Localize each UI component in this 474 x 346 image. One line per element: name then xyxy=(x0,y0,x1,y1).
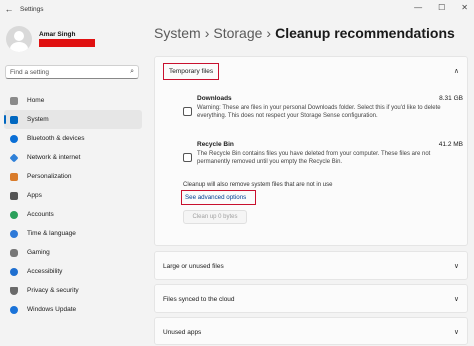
large-unused-files-label: Large or unused files xyxy=(163,262,224,270)
profile[interactable]: Amar Singh xyxy=(6,26,95,52)
close-icon[interactable]: ✕ xyxy=(461,3,468,12)
network-icon xyxy=(9,152,19,163)
see-advanced-options-link[interactable]: See advanced options xyxy=(185,194,246,201)
sidebar-item-label: Accounts xyxy=(27,211,54,218)
sidebar-item-label: Home xyxy=(27,97,45,104)
cleanup-button[interactable]: Clean up 0 bytes xyxy=(183,210,247,224)
temporary-files-card: Temporary files ∧ Downloads 8.31 GB Warn… xyxy=(154,56,468,246)
recycle-bin-item: Recycle Bin 41.2 MB The Recycle Bin cont… xyxy=(183,141,463,166)
search-input[interactable] xyxy=(10,68,131,76)
chevron-down-icon: ∨ xyxy=(453,329,459,336)
temporary-files-label: Temporary files xyxy=(163,62,220,80)
sidebar-item-label: Time & language xyxy=(27,230,76,237)
chevron-down-icon: ∨ xyxy=(453,296,459,303)
breadcrumb-system[interactable]: System xyxy=(154,25,201,41)
sidebar: Amar Singh ⌕ Home System Bluetooth & dev… xyxy=(0,18,148,345)
update-icon xyxy=(10,305,18,314)
sidebar-item-home[interactable]: Home xyxy=(4,91,142,110)
temporary-files-header[interactable]: Temporary files ∧ xyxy=(155,57,467,85)
sidebar-item-personalization[interactable]: Personalization xyxy=(4,167,142,186)
recycle-bin-size: 41.2 MB xyxy=(438,141,463,148)
nav-list: Home System Bluetooth & devices Network … xyxy=(4,91,142,319)
search-box[interactable]: ⌕ xyxy=(5,65,139,79)
cleanup-note: Cleanup will also remove system files th… xyxy=(183,182,333,188)
recycle-bin-title: Recycle Bin xyxy=(197,141,234,148)
downloads-item: Downloads 8.31 GB Warning: These are fil… xyxy=(183,95,463,120)
app-title: Settings xyxy=(20,5,44,13)
downloads-size: 8.31 GB xyxy=(439,95,463,102)
advanced-options-highlight: See advanced options xyxy=(181,190,256,205)
sidebar-item-privacy-security[interactable]: Privacy & security xyxy=(4,281,142,300)
brush-icon xyxy=(10,172,18,181)
unused-apps-card[interactable]: Unused apps ∨ xyxy=(154,317,468,345)
window-controls: — ☐ ✕ xyxy=(414,3,468,12)
chevron-up-icon[interactable]: ∧ xyxy=(454,67,459,75)
sidebar-item-network[interactable]: Network & internet xyxy=(4,148,142,167)
sidebar-item-label: Personalization xyxy=(27,173,72,180)
sidebar-item-time-language[interactable]: Time & language xyxy=(4,224,142,243)
sidebar-item-gaming[interactable]: Gaming xyxy=(4,243,142,262)
breadcrumb: System › Storage › Cleanup recommendations xyxy=(154,25,455,41)
sidebar-item-label: Windows Update xyxy=(27,306,77,313)
recycle-bin-checkbox[interactable] xyxy=(183,153,192,162)
maximize-icon[interactable]: ☐ xyxy=(438,3,445,12)
sidebar-item-accounts[interactable]: Accounts xyxy=(4,205,142,224)
user-name: Amar Singh xyxy=(39,31,76,38)
search-icon: ⌕ xyxy=(130,68,134,75)
sidebar-item-label: System xyxy=(27,116,49,123)
page-title: Cleanup recommendations xyxy=(275,25,455,41)
sidebar-item-label: Apps xyxy=(27,192,42,199)
system-icon xyxy=(10,115,18,124)
downloads-title: Downloads xyxy=(197,95,232,102)
files-synced-cloud-card[interactable]: Files synced to the cloud ∨ xyxy=(154,284,468,313)
gaming-icon xyxy=(10,248,18,257)
sidebar-item-accessibility[interactable]: Accessibility xyxy=(4,262,142,281)
bluetooth-icon xyxy=(10,134,18,143)
downloads-description: Warning: These are files in your persona… xyxy=(197,105,441,119)
breadcrumb-storage[interactable]: Storage xyxy=(213,25,262,41)
minimize-icon[interactable]: — xyxy=(414,3,422,12)
avatar xyxy=(6,26,32,52)
unused-apps-label: Unused apps xyxy=(163,328,202,336)
main-content: System › Storage › Cleanup recommendations T… xyxy=(148,18,474,345)
back-arrow-icon[interactable]: ← xyxy=(0,4,18,14)
breadcrumb-separator-icon: › xyxy=(266,25,272,41)
shield-icon xyxy=(10,286,18,295)
large-unused-files-card[interactable]: Large or unused files ∨ xyxy=(154,251,468,280)
title-bar: ← Settings — ☐ ✕ xyxy=(0,0,474,18)
time-icon xyxy=(10,229,18,238)
files-synced-cloud-label: Files synced to the cloud xyxy=(163,295,235,303)
sidebar-item-label: Privacy & security xyxy=(27,287,79,294)
sidebar-item-apps[interactable]: Apps xyxy=(4,186,142,205)
sidebar-item-label: Bluetooth & devices xyxy=(27,135,85,142)
accounts-icon xyxy=(10,210,18,219)
sidebar-item-system[interactable]: System xyxy=(4,110,142,129)
apps-icon xyxy=(10,191,18,200)
recycle-bin-description: The Recycle Bin contains files you have … xyxy=(197,151,431,165)
redacted-email xyxy=(39,39,95,47)
breadcrumb-separator-icon: › xyxy=(204,25,210,41)
sidebar-item-bluetooth[interactable]: Bluetooth & devices xyxy=(4,129,142,148)
accessibility-icon xyxy=(10,267,18,276)
sidebar-item-label: Gaming xyxy=(27,249,50,256)
chevron-down-icon: ∨ xyxy=(453,263,459,270)
downloads-checkbox[interactable] xyxy=(183,107,192,116)
sidebar-item-windows-update[interactable]: Windows Update xyxy=(4,300,142,319)
sidebar-item-label: Accessibility xyxy=(27,268,63,275)
sidebar-item-label: Network & internet xyxy=(27,154,81,161)
home-icon xyxy=(10,96,18,105)
